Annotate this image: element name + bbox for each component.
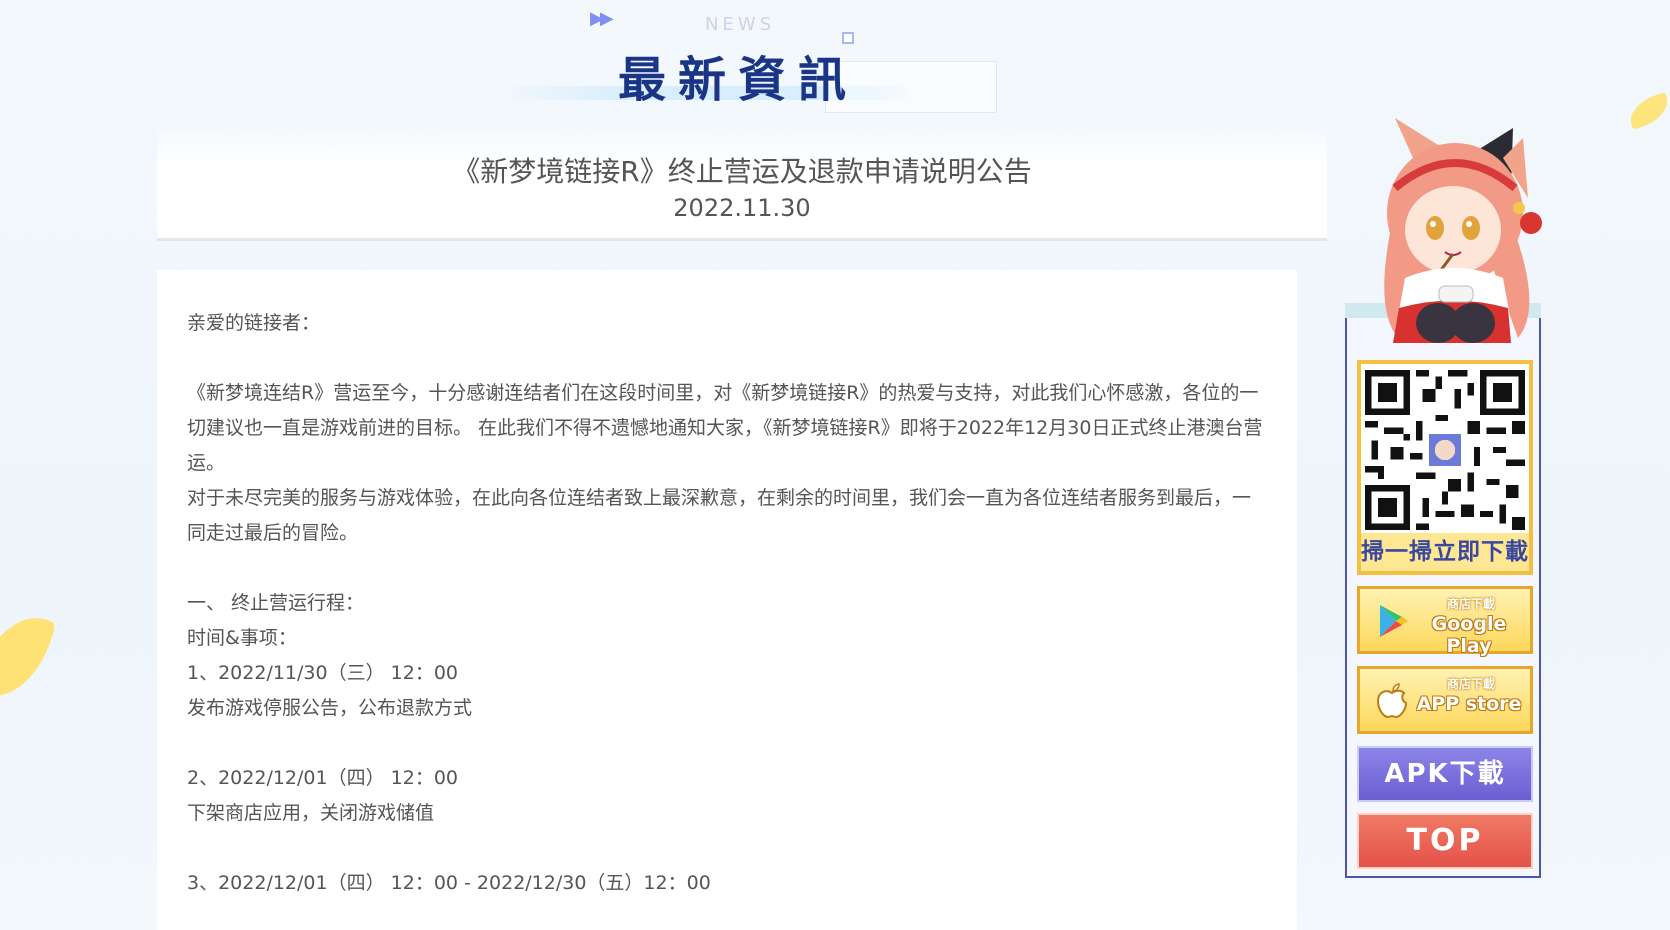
article-paragraph: 2、2022/12/01（四） 12：00 [187,767,458,789]
mascot-illustration [1384,118,1542,343]
qr-caption: 掃一掃立即下載 [1361,533,1529,571]
section-title: 最新資訊 [618,52,859,108]
back-to-top-button[interactable]: TOP [1357,813,1533,869]
article-paragraph: 发布游戏停服公告，公布退款方式 [187,697,473,719]
article-title-card: 《新梦境链接R》终止营运及退款申请说明公告 2022.11.30 [157,120,1327,241]
app-store-download-button[interactable]: 商店下載 APP store [1357,666,1533,734]
app-store-label: APP store [1416,693,1522,715]
google-play-label: Google Play [1431,613,1507,657]
news-label: NEWS [705,14,776,35]
qr-code [1365,370,1525,530]
google-play-icon [1380,605,1408,637]
article-title: 《新梦境链接R》终止营运及退款申请说明公告 [452,155,1032,188]
download-sidebar: 掃一掃立即下載 商店下載 Google Play 商店下載 APP store … [1343,118,1543,878]
article-paragraph: 3、2022/12/01（四） 12：00 - 2022/12/30（五）12：… [187,872,711,894]
google-play-caption: 商店下載 [1446,597,1495,611]
article-paragraph: 一、 终止营运行程： [187,592,365,614]
article-paragraph: 时间&事项： [187,627,297,649]
article-paragraph: 1、2022/11/30（三） 12：00 [187,662,458,684]
petal-decoration [0,605,57,709]
apple-icon [1376,683,1408,719]
article-paragraph: 《新梦境连结R》营运至今，十分感谢连结者们在这段时间里，对《新梦境链接R》的热爱… [187,382,1263,474]
qr-code-panel: 掃一掃立即下載 [1357,360,1533,575]
article-paragraph: 对于未尽完美的服务与游戏体验，在此向各位连结者致上最深歉意，在剩余的时间里，我们… [187,487,1252,544]
google-play-download-button[interactable]: 商店下載 Google Play [1357,586,1533,657]
app-store-caption: 商店下載 [1446,677,1495,691]
apk-download-button[interactable]: APK下載 [1357,746,1533,802]
article-paragraph: 亲爱的链接者： [187,312,321,334]
news-header: ▶▶ NEWS 最新資訊 [490,0,1030,120]
petal-decoration [1625,92,1670,130]
play-arrows-icon: ▶▶ [590,8,614,29]
article-date: 2022.11.30 [673,194,811,222]
article-body: 亲爱的链接者： 《新梦境连结R》营运至今，十分感谢连结者们在这段时间里，对《新梦… [157,270,1297,930]
article-paragraph: 下架商店应用，关闭游戏储值 [187,802,435,824]
